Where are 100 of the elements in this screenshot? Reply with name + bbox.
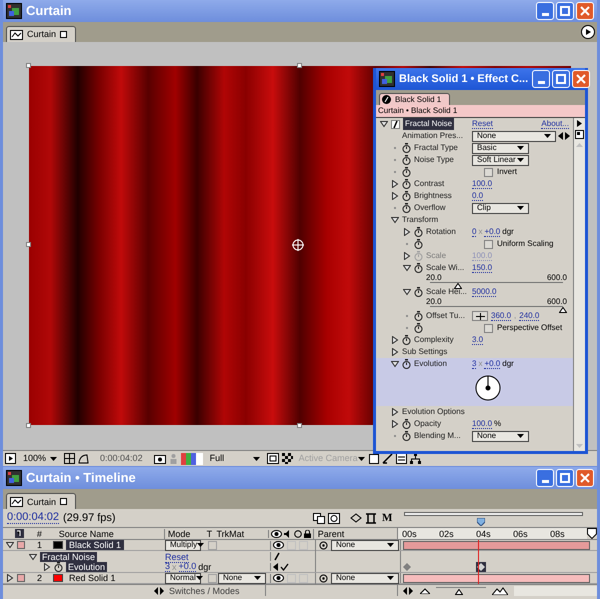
square-icon[interactable] <box>368 454 379 464</box>
dropdown[interactable]: Basic <box>472 142 529 154</box>
dropdown[interactable]: Soft Linear <box>472 154 529 166</box>
slider-thumb[interactable] <box>454 283 462 289</box>
preserve-transparency-checkbox[interactable] <box>208 540 217 550</box>
value-field[interactable]: 0.0 <box>472 192 484 200</box>
property-row[interactable]: Complexity 3.0 <box>376 334 573 346</box>
property-row[interactable]: Perspective Offset <box>376 322 573 334</box>
property-row[interactable]: Contrast 100.0 <box>376 178 573 190</box>
value-field[interactable]: 240.0 <box>519 312 540 320</box>
reset-link[interactable]: Reset <box>165 552 189 562</box>
value-field[interactable]: +0.0 <box>484 228 500 236</box>
property-row[interactable]: Invert <box>376 166 573 178</box>
stopwatch-icon[interactable] <box>402 143 411 153</box>
comp-family-icon[interactable] <box>313 512 325 524</box>
checkbox[interactable] <box>484 168 493 176</box>
stopwatch-icon[interactable] <box>414 227 423 237</box>
current-time-field[interactable]: 0:00:04:02 <box>7 512 59 524</box>
twirl-icon[interactable] <box>380 120 388 128</box>
checkmark-icon[interactable] <box>280 563 289 571</box>
solo-icon[interactable] <box>294 530 302 538</box>
layer-duration-bar[interactable] <box>403 574 590 582</box>
label-color-icon[interactable] <box>17 541 25 549</box>
effect-name[interactable]: Fractal Noise <box>403 118 454 130</box>
checkbox[interactable] <box>484 240 493 248</box>
color-channels-icon[interactable] <box>180 452 203 464</box>
property-row[interactable]: Offset Tu... 360.0 , 240.0 <box>376 310 573 322</box>
current-time-field[interactable]: 0:00:04:02 <box>92 452 151 466</box>
property-row[interactable]: Uniform Scaling <box>376 238 573 250</box>
mountain-large-icon[interactable] <box>492 586 508 594</box>
value-field[interactable]: 100.0 <box>472 180 492 188</box>
previous-arrow-icon[interactable] <box>558 132 563 140</box>
twirl-icon[interactable] <box>391 216 399 224</box>
twirl-icon[interactable] <box>29 552 37 560</box>
zoom-dropdown[interactable]: 100% <box>19 452 62 466</box>
zoom-slider-thumb[interactable] <box>454 588 462 594</box>
stopwatch-icon[interactable] <box>54 562 63 572</box>
dropdown[interactable]: None <box>472 430 529 442</box>
value-field[interactable]: +0.0 <box>484 360 500 368</box>
stopwatch-icon[interactable] <box>414 287 423 297</box>
mode-dropdown[interactable]: Normal <box>165 572 201 584</box>
twirl-icon[interactable] <box>403 228 411 236</box>
reset-link[interactable]: Reset <box>472 120 493 128</box>
panel-options-icon[interactable] <box>574 129 585 140</box>
frame-blending-icon[interactable] <box>365 512 377 524</box>
value-field[interactable]: 360.0 <box>491 312 512 320</box>
angle-dial[interactable] <box>475 375 501 401</box>
pickwhip-icon[interactable] <box>319 574 328 582</box>
tab-menu-icon[interactable] <box>60 31 68 38</box>
flowchart-icon[interactable] <box>396 453 407 464</box>
layer-name[interactable]: Red Solid 1 <box>66 573 119 583</box>
value-field[interactable]: 3 <box>472 360 476 368</box>
property-row[interactable]: Transform <box>376 214 573 226</box>
close-button[interactable] <box>576 469 594 487</box>
panel-menu-icon[interactable] <box>581 25 595 39</box>
value-field[interactable]: 0 <box>472 228 476 236</box>
anchor-point-icon[interactable] <box>292 239 304 251</box>
twirl-icon[interactable] <box>391 336 399 344</box>
maximize-button[interactable] <box>556 2 574 20</box>
layer-handle[interactable] <box>26 63 31 68</box>
draft-icon[interactable] <box>350 512 362 524</box>
panel-tab[interactable]: Curtain <box>6 26 76 42</box>
stopwatch-icon[interactable] <box>402 191 411 201</box>
property-row[interactable]: Scale Wi... 150.0 20.0 600.0 <box>376 262 573 286</box>
crosshair-button[interactable] <box>472 311 488 321</box>
property-row[interactable]: Noise Type Soft Linear <box>376 154 573 166</box>
stopwatch-icon[interactable] <box>414 323 423 333</box>
effect-name[interactable]: Fractal Noise <box>40 552 98 562</box>
minimize-button[interactable] <box>532 70 550 88</box>
maximize-button[interactable] <box>552 70 570 88</box>
property-row[interactable]: Fractal Type Basic <box>376 142 573 154</box>
eye-icon[interactable] <box>273 541 284 549</box>
slider-thumb[interactable] <box>559 307 567 313</box>
mode-dropdown[interactable]: Multiply <box>165 540 201 550</box>
stopwatch-icon[interactable] <box>402 155 411 165</box>
mask-icon[interactable] <box>78 453 90 464</box>
twirl-icon[interactable] <box>6 574 14 582</box>
maximize-button[interactable] <box>556 469 574 487</box>
checkbox[interactable] <box>484 324 493 332</box>
scrollbar[interactable] <box>573 118 585 451</box>
fx-icon[interactable] <box>391 120 400 128</box>
property-row[interactable]: Evolution Options <box>376 406 573 418</box>
property-row[interactable]: Opacity 100.0 % <box>376 418 573 430</box>
stopwatch-icon[interactable] <box>414 263 423 273</box>
minimize-button[interactable] <box>536 2 554 20</box>
previous-keyframe-icon[interactable] <box>273 563 278 571</box>
value-field[interactable]: 5000.0 <box>472 288 496 296</box>
stopwatch-icon[interactable] <box>402 359 411 369</box>
property-row[interactable]: Sub Settings <box>376 346 573 358</box>
stopwatch-icon[interactable] <box>402 335 411 345</box>
track-matte-dropdown[interactable]: None <box>218 572 266 584</box>
twirl-icon[interactable] <box>391 420 399 428</box>
motion-blur-button[interactable]: M <box>380 513 394 523</box>
parent-dropdown[interactable]: None <box>331 572 399 584</box>
play-icon[interactable] <box>5 453 16 464</box>
slider-track[interactable] <box>430 282 563 289</box>
layer-handle[interactable] <box>297 63 302 68</box>
checkerboard-icon[interactable] <box>282 453 293 464</box>
stopwatch-icon[interactable] <box>402 203 411 213</box>
twirl-icon[interactable] <box>403 288 411 296</box>
